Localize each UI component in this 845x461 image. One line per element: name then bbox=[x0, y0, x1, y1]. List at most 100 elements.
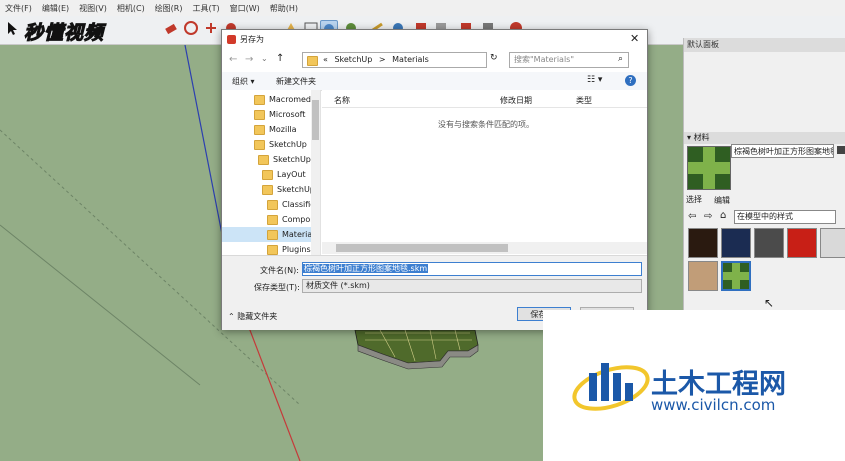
column-type[interactable]: 类型 bbox=[576, 95, 592, 106]
tab-edit[interactable]: 编辑 bbox=[714, 195, 730, 206]
dialog-titlebar: 另存为 ✕ bbox=[222, 30, 647, 50]
refresh-icon[interactable]: ↻ bbox=[490, 53, 498, 63]
eraser-icon[interactable] bbox=[163, 20, 179, 36]
home-icon[interactable]: ⌂ bbox=[720, 210, 726, 221]
back-icon[interactable]: ← bbox=[229, 54, 237, 65]
move-icon[interactable] bbox=[183, 20, 199, 36]
folder-icon bbox=[267, 214, 278, 225]
tree-item-sketchup-2[interactable]: SketchUp 2 bbox=[258, 152, 319, 167]
collection-dropdown[interactable]: 在模型中的样式 bbox=[734, 210, 836, 224]
hide-folders-toggle[interactable]: ⌃ 隐藏文件夹 bbox=[228, 311, 277, 322]
help-icon[interactable]: ? bbox=[625, 75, 636, 86]
menu-help[interactable]: 帮助(H) bbox=[265, 3, 303, 14]
view-options-icon[interactable]: ☷ ▾ bbox=[587, 75, 602, 85]
select-arrow-icon[interactable] bbox=[4, 20, 20, 36]
column-name[interactable]: 名称 bbox=[334, 95, 350, 106]
command-bar: 组织 ▾ 新建文件夹 ☷ ▾ ? bbox=[222, 72, 647, 91]
chevron-up-icon: ⌃ bbox=[228, 312, 238, 321]
tree-scrollbar[interactable] bbox=[311, 90, 320, 255]
materials-header-label: 材料 bbox=[693, 133, 710, 142]
menu-draw[interactable]: 绘图(R) bbox=[150, 3, 188, 14]
folder-icon bbox=[262, 184, 273, 195]
menu-tools[interactable]: 工具(T) bbox=[188, 3, 225, 14]
tree-item-mozilla[interactable]: Mozilla bbox=[254, 122, 297, 137]
recent-dropdown-icon[interactable]: ⌄ bbox=[261, 54, 268, 63]
close-icon[interactable]: ✕ bbox=[630, 32, 639, 45]
folder-icon bbox=[267, 199, 278, 210]
tree-item-label: Mozilla bbox=[269, 125, 297, 134]
tree-item-label: Plugins bbox=[282, 245, 311, 254]
breadcrumb-materials[interactable]: Materials bbox=[392, 55, 429, 64]
menu-view[interactable]: 视图(V) bbox=[74, 3, 112, 14]
empty-message: 没有与搜索条件匹配的项。 bbox=[438, 120, 534, 129]
material-name-field[interactable]: 棕褐色树叶加正方形图案地毯 bbox=[731, 144, 834, 158]
app-icon bbox=[227, 35, 236, 44]
new-folder-button[interactable]: 新建文件夹 bbox=[276, 76, 316, 87]
filename-input[interactable]: 棕褐色树叶加正方形图案地毯.skm bbox=[302, 262, 642, 276]
hide-folders-label: 隐藏文件夹 bbox=[237, 312, 278, 321]
tree-item-macromedia[interactable]: Macromedia bbox=[254, 92, 318, 107]
tree-item-materials[interactable]: Materia bbox=[222, 227, 320, 242]
tree-item-sketchup[interactable]: SketchUp bbox=[254, 137, 307, 152]
mouse-cursor-icon: ↖ bbox=[764, 296, 775, 310]
swatch-leaf-carpet[interactable] bbox=[721, 261, 751, 291]
menu-camera[interactable]: 相机(C) bbox=[112, 3, 150, 14]
save-icon[interactable] bbox=[836, 144, 845, 156]
menu-window[interactable]: 窗口(W) bbox=[225, 3, 265, 14]
filename-label: 文件名(N): bbox=[260, 266, 299, 275]
folder-icon bbox=[254, 94, 265, 105]
tree-item-plugins[interactable]: Plugins bbox=[267, 242, 311, 255]
filetype-dropdown[interactable]: 材质文件 (*.skm) bbox=[302, 279, 642, 293]
file-list-scrollbar[interactable] bbox=[322, 242, 647, 254]
dialog-title: 另存为 bbox=[240, 35, 264, 44]
collection-dropdown-value: 在模型中的样式 bbox=[737, 212, 793, 221]
site-logo-icon bbox=[572, 363, 650, 411]
tree-item-label: LayOut bbox=[277, 170, 306, 179]
menu-file[interactable]: 文件(F) bbox=[0, 3, 37, 14]
tree-item-microsoft[interactable]: Microsoft bbox=[254, 107, 305, 122]
tree-item-components[interactable]: Compon bbox=[267, 212, 315, 227]
tray-title: 默认面板 bbox=[684, 38, 845, 52]
material-preview bbox=[687, 146, 731, 190]
forward-icon[interactable]: ⇨ bbox=[704, 211, 712, 222]
filetype-dropdown-value: 材质文件 (*.skm) bbox=[306, 281, 370, 290]
file-scroll-thumb[interactable] bbox=[336, 244, 508, 252]
breadcrumb-sketchup[interactable]: SketchUp bbox=[334, 55, 372, 64]
forward-icon[interactable]: → bbox=[245, 54, 253, 65]
tree-item-layout[interactable]: LayOut bbox=[262, 167, 306, 182]
menu-edit[interactable]: 编辑(E) bbox=[37, 3, 74, 14]
tree-item-label: Classific bbox=[282, 200, 315, 209]
swatch-gray[interactable] bbox=[754, 228, 784, 258]
folder-icon bbox=[258, 154, 269, 165]
folder-icon bbox=[262, 169, 273, 180]
breadcrumb-separator: > bbox=[378, 55, 386, 64]
folder-icon bbox=[254, 109, 265, 120]
tree-item-classifications[interactable]: Classific bbox=[267, 197, 315, 212]
folder-icon bbox=[254, 139, 265, 150]
rotate-icon[interactable] bbox=[203, 20, 219, 36]
folder-icon bbox=[254, 124, 265, 135]
swatch-light-gray[interactable] bbox=[820, 228, 845, 258]
swatch-tan[interactable] bbox=[688, 261, 718, 291]
column-modified[interactable]: 修改日期 bbox=[500, 95, 532, 106]
tab-select[interactable]: 选择 bbox=[686, 194, 702, 205]
back-icon[interactable]: ⇦ bbox=[688, 211, 696, 222]
swatch-navy[interactable] bbox=[721, 228, 751, 258]
menu-bar: 文件(F) 编辑(E) 视图(V) 相机(C) 绘图(R) 工具(T) 窗口(W… bbox=[0, 0, 845, 16]
search-icon: ⌕ bbox=[618, 54, 624, 64]
swatch-dark-brown[interactable] bbox=[688, 228, 718, 258]
tree-item-label: Microsoft bbox=[269, 110, 306, 119]
swatch-red[interactable] bbox=[787, 228, 817, 258]
address-bar[interactable]: « SketchUp > Materials bbox=[302, 52, 487, 68]
materials-header[interactable]: ▾ 材料 bbox=[684, 132, 845, 144]
organize-button[interactable]: 组织 ▾ bbox=[232, 76, 255, 87]
search-input[interactable]: 搜索"Materials" bbox=[509, 52, 629, 68]
tree-scroll-thumb[interactable] bbox=[312, 100, 319, 140]
site-url: www.civilcn.com bbox=[651, 396, 776, 414]
tree-item-sketchup-sub[interactable]: SketchUp bbox=[262, 182, 315, 197]
filename-input-value: 棕褐色树叶加正方形图案地毯.skm bbox=[303, 264, 429, 273]
breadcrumb-prefix: « bbox=[323, 55, 328, 64]
up-icon[interactable]: ↑ bbox=[276, 53, 284, 64]
file-list: 名称 修改日期 类型 没有与搜索条件匹配的项。 bbox=[322, 90, 647, 255]
site-watermark: 土木工程网 www.civilcn.com bbox=[543, 310, 845, 461]
